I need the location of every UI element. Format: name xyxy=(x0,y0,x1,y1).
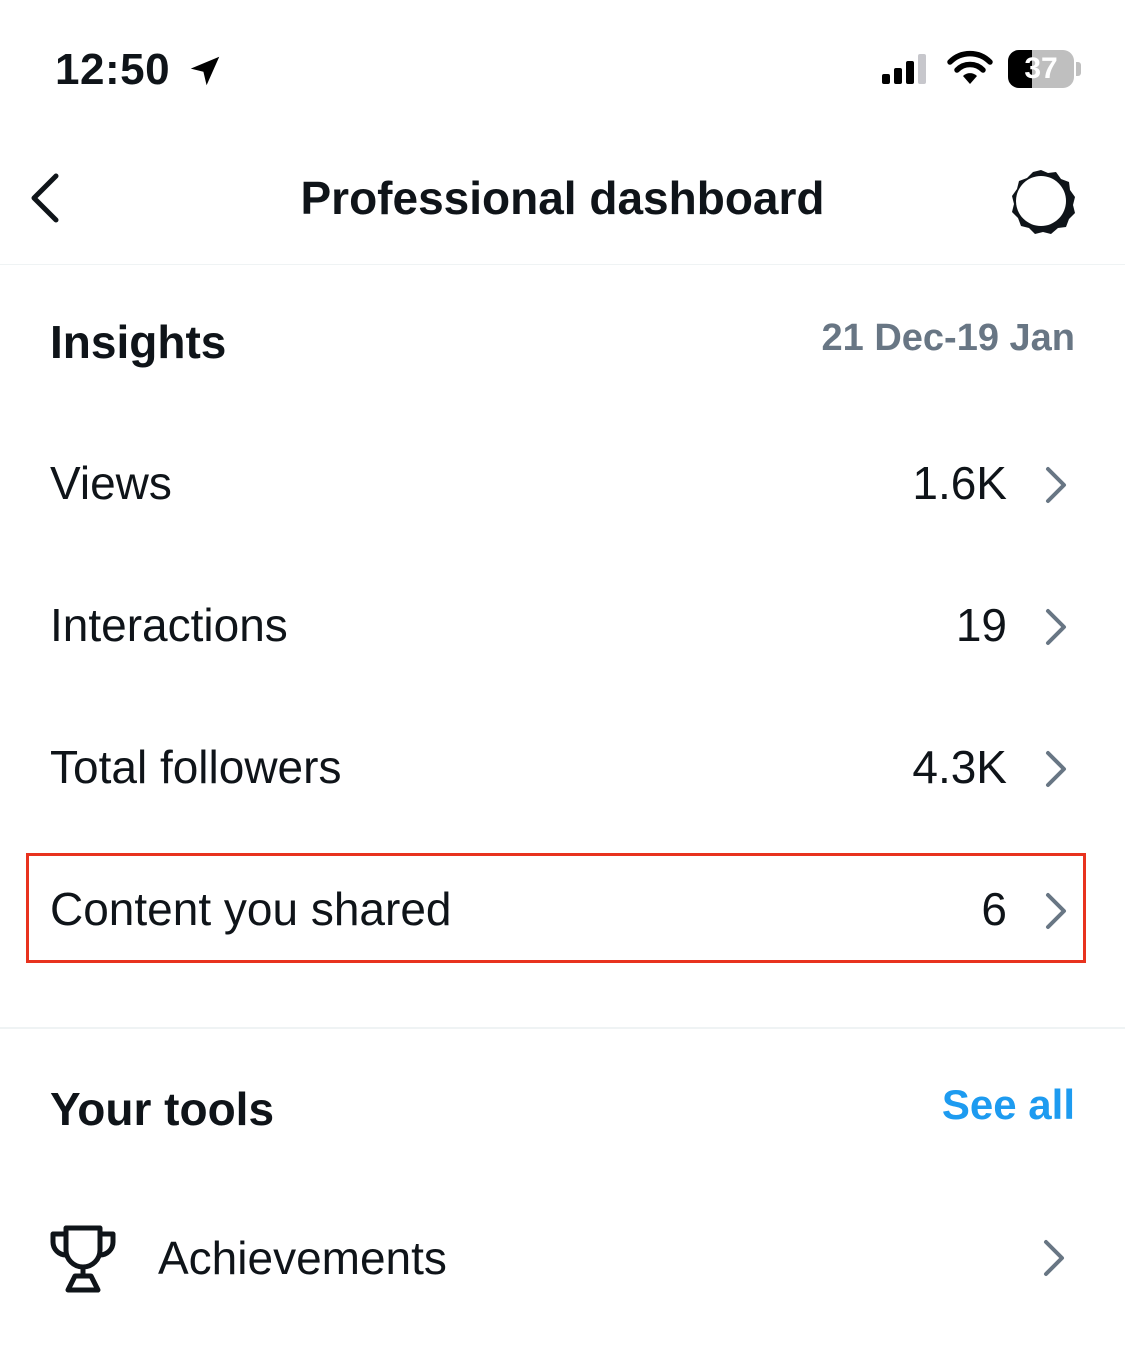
metric-value: 6 xyxy=(981,883,1007,935)
metric-label: Content you shared xyxy=(50,883,452,935)
metric-value: 19 xyxy=(955,599,1007,651)
location-arrow-icon xyxy=(190,56,220,86)
metric-row-total-followers[interactable]: Total followers 4.3K xyxy=(0,707,1125,827)
metric-row-views[interactable]: Views 1.6K xyxy=(0,423,1125,543)
tools-title: Your tools xyxy=(50,1083,275,1135)
status-time: 12:50 xyxy=(55,45,171,94)
cellular-signal-icon xyxy=(882,54,926,84)
chevron-right-icon xyxy=(1046,467,1066,503)
battery-level-text: 37 xyxy=(1024,52,1058,85)
wifi-icon xyxy=(947,50,993,84)
chevron-right-icon xyxy=(1044,1240,1064,1276)
metric-value: 4.3K xyxy=(912,741,1007,793)
tool-row-achievements[interactable]: Achievements xyxy=(0,1200,1125,1320)
gear-icon[interactable] xyxy=(1004,164,1078,238)
metric-row-interactions[interactable]: Interactions 19 xyxy=(0,565,1125,685)
metric-row-content-you-shared[interactable]: Content you shared 6 xyxy=(0,849,1125,969)
tools-header: Your tools See all xyxy=(0,1075,1125,1145)
chevron-right-icon xyxy=(1046,893,1066,929)
status-bar: 12:50 37 xyxy=(0,0,1125,130)
trophy-icon xyxy=(50,1225,116,1293)
navigation-header: Professional dashboard xyxy=(0,130,1125,265)
date-range: 21 Dec-19 Jan xyxy=(821,317,1076,359)
metric-label: Views xyxy=(50,457,172,509)
insights-header: Insights 21 Dec-19 Jan xyxy=(0,300,1125,390)
insights-title: Insights xyxy=(50,316,227,368)
page-title: Professional dashboard xyxy=(300,172,825,224)
battery-indicator: 37 xyxy=(1008,50,1074,88)
chevron-right-icon xyxy=(1046,751,1066,787)
metric-value: 1.6K xyxy=(912,457,1007,509)
tool-label: Achievements xyxy=(158,1232,447,1284)
see-all-link[interactable]: See all xyxy=(942,1079,1075,1131)
metric-label: Interactions xyxy=(50,599,288,651)
battery-tip xyxy=(1076,62,1081,76)
chevron-right-icon xyxy=(1046,609,1066,645)
section-divider xyxy=(0,1027,1125,1029)
metric-label: Total followers xyxy=(50,741,342,793)
